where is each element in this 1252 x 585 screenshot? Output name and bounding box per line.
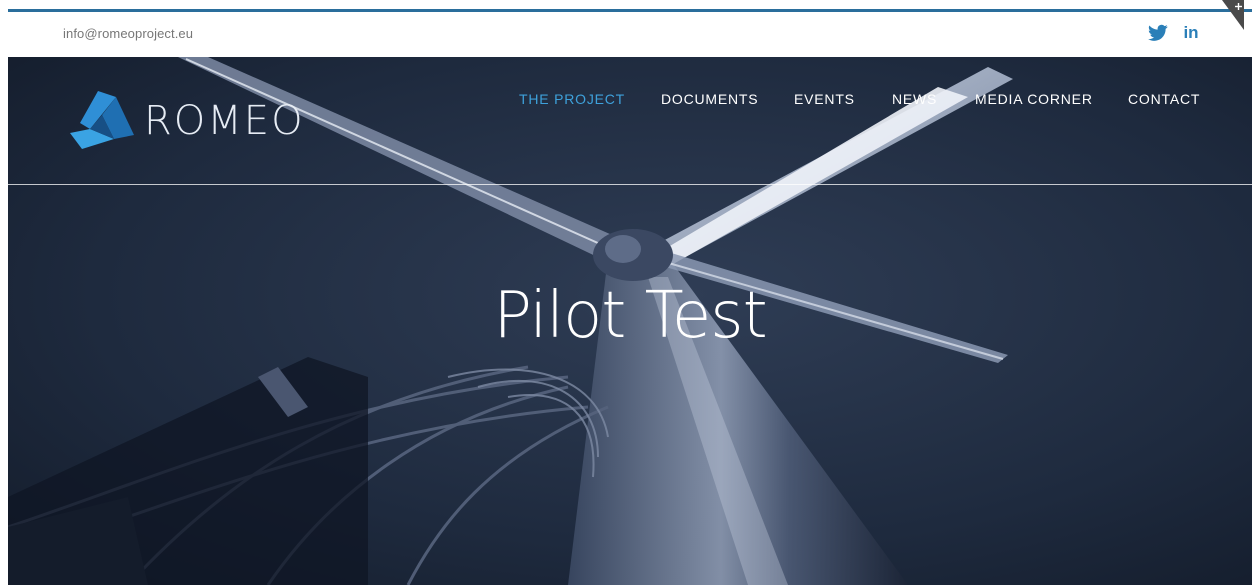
contact-email-link[interactable]: info@romeoproject.eu	[63, 26, 193, 41]
nav-item-documents[interactable]: DOCUMENTS	[661, 91, 758, 107]
site-header: ROMEO THE PROJECT DOCUMENTS EVENTS NEWS …	[8, 57, 1252, 185]
hero-title: Pilot Test	[493, 279, 767, 353]
romeo-logo-mark-icon	[70, 91, 134, 149]
twitter-icon	[1148, 24, 1168, 41]
topbar: info@romeoproject.eu in	[8, 12, 1252, 57]
hero-banner: ROMEO THE PROJECT DOCUMENTS EVENTS NEWS …	[8, 57, 1252, 585]
linkedin-icon: in	[1183, 23, 1199, 42]
logo-text: ROMEO	[144, 98, 305, 144]
nav-item-contact[interactable]: CONTACT	[1128, 91, 1200, 107]
linkedin-link[interactable]: in	[1180, 23, 1202, 43]
header-divider	[8, 184, 1252, 185]
nav-item-media-corner[interactable]: MEDIA CORNER	[975, 91, 1093, 107]
nav-item-news[interactable]: NEWS	[892, 91, 937, 107]
main-nav: THE PROJECT DOCUMENTS EVENTS NEWS MEDIA …	[508, 91, 1208, 111]
romeo-logo[interactable]: ROMEO	[68, 89, 328, 153]
nav-item-the-project[interactable]: THE PROJECT	[519, 91, 625, 107]
twitter-link[interactable]	[1148, 23, 1168, 43]
nav-item-events[interactable]: EVENTS	[794, 91, 855, 107]
corner-toggle-tab[interactable]	[1222, 0, 1244, 30]
